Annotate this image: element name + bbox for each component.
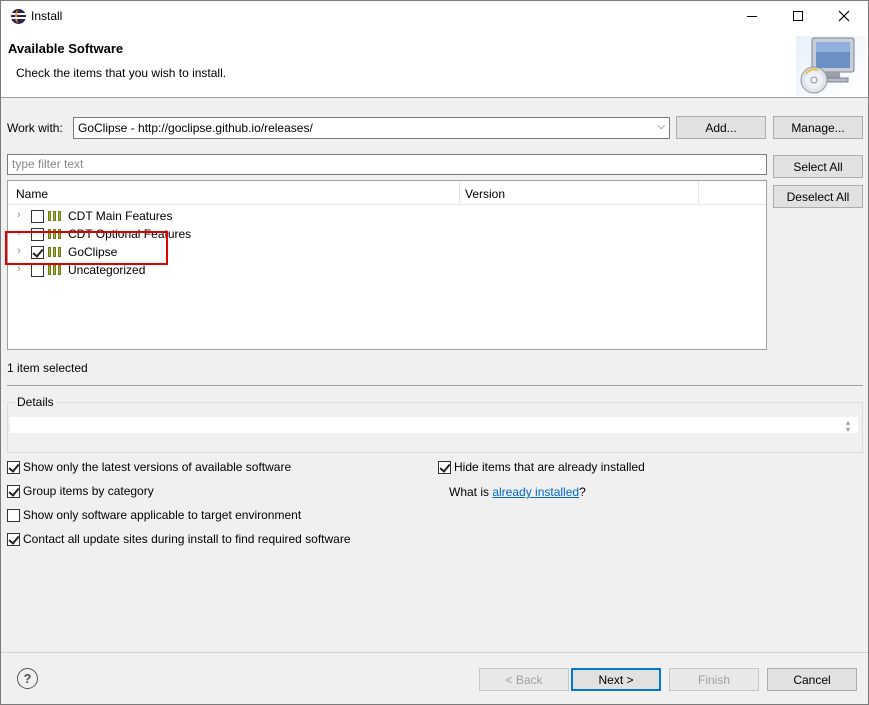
add-site-button[interactable]: Add... [676, 116, 766, 139]
what-is-installed-text: What is already installed? [449, 485, 586, 499]
selection-status: 1 item selected [7, 361, 88, 375]
what-is-prefix: What is [449, 485, 493, 499]
hide-installed-label: Hide items that are already installed [454, 460, 645, 474]
minimize-icon [747, 15, 757, 17]
hide-installed-checkbox[interactable] [438, 461, 451, 474]
column-divider[interactable] [459, 181, 460, 205]
work-with-value: GoClipse - http://goclipse.github.io/rel… [78, 121, 313, 135]
column-header-name[interactable]: Name [16, 187, 48, 201]
work-with-combo[interactable]: GoClipse - http://goclipse.github.io/rel… [73, 117, 670, 139]
contact-all-sites-checkbox[interactable] [7, 533, 20, 546]
highlight-annotation [5, 231, 168, 265]
latest-versions-label: Show only the latest versions of availab… [23, 460, 292, 474]
tree-header: Name Version [8, 181, 766, 205]
what-is-suffix: ? [579, 485, 586, 499]
tree-row-label: CDT Main Features [68, 209, 173, 223]
category-icon [48, 265, 63, 275]
help-icon[interactable]: ? [17, 668, 38, 689]
work-with-label: Work with: [7, 121, 63, 135]
back-button[interactable]: < Back [479, 668, 569, 691]
chevron-right-icon[interactable]: › [17, 209, 21, 221]
applicable-only-label: Show only software applicable to target … [23, 508, 302, 522]
contact-all-sites-label: Contact all update sites during install … [23, 532, 351, 546]
deselect-all-button[interactable]: Deselect All [773, 185, 863, 208]
tree-row-label: Uncategorized [68, 263, 146, 277]
install-dialog: Install Available Software Check the ite… [0, 0, 869, 705]
minimize-button[interactable] [729, 1, 775, 31]
separator [7, 385, 863, 386]
item-checkbox[interactable] [31, 210, 44, 223]
header-banner: Available Software Check the items that … [1, 31, 868, 98]
window-title: Install [31, 9, 63, 23]
column-divider[interactable] [698, 181, 699, 205]
close-button[interactable] [821, 1, 867, 31]
page-description: Check the items that you wish to install… [16, 66, 227, 80]
details-scroll-arrows-icon[interactable]: ▴ ▾ [846, 419, 850, 434]
maximize-button[interactable] [775, 1, 821, 31]
latest-versions-checkbox[interactable] [7, 461, 20, 474]
group-by-category-label: Group items by category [23, 484, 154, 498]
install-wizard-graphic-icon [796, 36, 866, 96]
applicable-only-checkbox[interactable] [7, 509, 20, 522]
select-all-button[interactable]: Select All [773, 155, 863, 178]
title-bar: Install [1, 1, 868, 31]
manage-sites-button[interactable]: Manage... [773, 116, 863, 139]
maximize-icon [793, 11, 803, 21]
cancel-button[interactable]: Cancel [767, 668, 857, 691]
details-label: Details [16, 395, 55, 409]
next-button[interactable]: Next > [571, 668, 661, 691]
group-by-category-checkbox[interactable] [7, 485, 20, 498]
item-checkbox[interactable] [31, 264, 44, 277]
eclipse-logo-icon [11, 9, 26, 24]
finish-button[interactable]: Finish [669, 668, 759, 691]
close-icon [838, 10, 850, 22]
filter-input[interactable]: type filter text [7, 154, 767, 175]
tree-row[interactable]: › CDT Main Features [8, 207, 766, 225]
page-title: Available Software [8, 41, 124, 56]
category-icon [48, 211, 63, 221]
already-installed-link[interactable]: already installed [492, 485, 579, 499]
details-text-area[interactable] [10, 417, 858, 433]
chevron-down-icon: ⌵ [657, 121, 665, 132]
column-header-version[interactable]: Version [465, 187, 505, 201]
footer-separator [1, 652, 868, 653]
software-tree[interactable]: Name Version › CDT Main Features › CDT O… [7, 180, 767, 350]
